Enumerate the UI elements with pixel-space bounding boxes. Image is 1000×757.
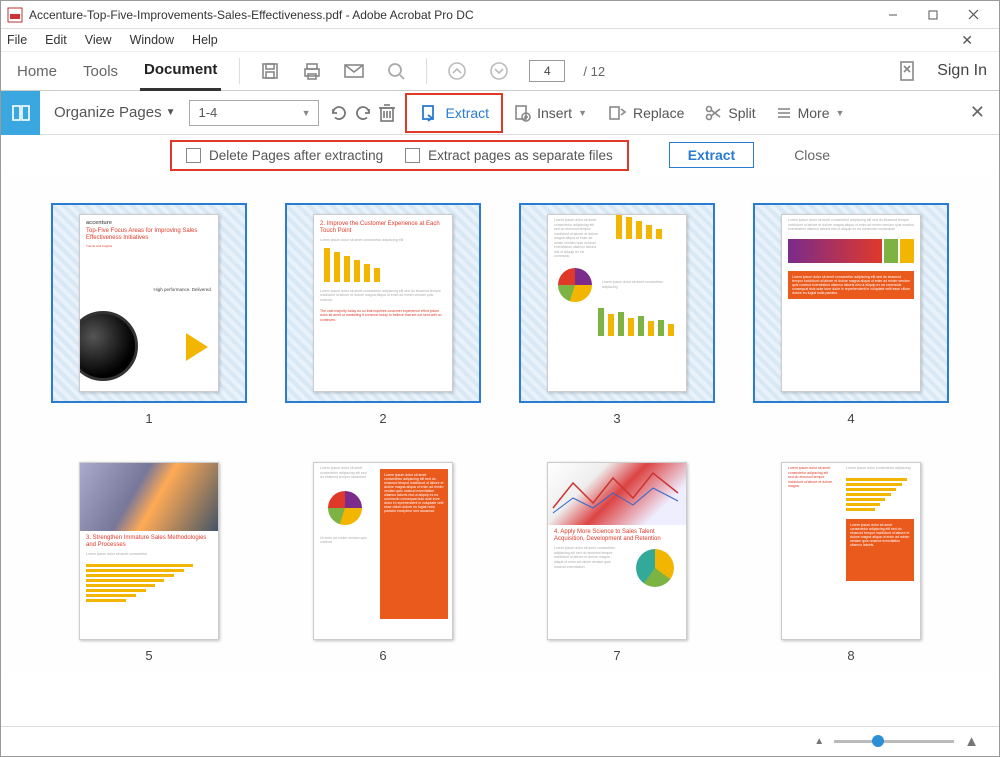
separate-files-checkbox[interactable]: Extract pages as separate files: [405, 148, 613, 163]
page-number: 5: [145, 648, 152, 663]
page-number: 2: [379, 411, 386, 426]
page-number: 3: [613, 411, 620, 426]
minimize-button[interactable]: [873, 1, 913, 29]
extract-tool[interactable]: Extract: [405, 93, 503, 133]
tab-tools[interactable]: Tools: [79, 51, 122, 91]
page-number: 1: [145, 411, 152, 426]
close-organize-icon[interactable]: ✕: [970, 102, 985, 123]
sign-in-button[interactable]: Sign In: [937, 62, 987, 80]
page-total: / 12: [583, 64, 605, 79]
delete-after-checkbox[interactable]: Delete Pages after extracting: [186, 148, 383, 163]
thumbnail-grid: accenture Top-Five Focus Areas for Impro…: [1, 175, 999, 673]
rotate-right-icon[interactable]: [351, 101, 375, 125]
checkbox-icon: [186, 148, 201, 163]
menu-window[interactable]: Window: [130, 33, 174, 47]
extract-button[interactable]: Extract: [669, 142, 754, 168]
current-page-input[interactable]: 4: [529, 60, 565, 82]
page-thumbnail[interactable]: Lorem ipsum dolor sit amet consectetur a…: [749, 462, 953, 663]
tab-document[interactable]: Document: [140, 51, 221, 91]
page-number: 6: [379, 648, 386, 663]
page-down-icon[interactable]: [487, 59, 511, 83]
organize-toolbar: Organize Pages▼ 1-4▼ Extract Insert▼ Rep…: [1, 91, 999, 135]
search-icon[interactable]: [384, 59, 408, 83]
page-thumbnail[interactable]: Lorem ipsum dolor sit amet consectetur a…: [281, 462, 485, 663]
page-number: 8: [847, 648, 854, 663]
split-tool[interactable]: Split: [694, 98, 765, 128]
page-thumbnail[interactable]: Lorem ipsum dolor sit amet consectetur a…: [515, 203, 719, 426]
extract-options-group: Delete Pages after extracting Extract pa…: [170, 140, 629, 171]
menubar-close-icon[interactable]: ✕: [961, 32, 973, 49]
rotate-left-icon[interactable]: [327, 101, 351, 125]
menu-file[interactable]: File: [7, 33, 27, 47]
delete-icon[interactable]: [375, 101, 399, 125]
main-toolbar: Home Tools Document 4 / 12 Sign In: [1, 51, 999, 91]
page-number: 4: [847, 411, 854, 426]
page-thumbnail[interactable]: 2. Improve the Customer Experience at Ea…: [281, 203, 485, 426]
organize-label[interactable]: Organize Pages▼: [40, 104, 189, 121]
replace-tool[interactable]: Replace: [597, 98, 694, 128]
menu-bar: File Edit View Window Help ✕: [1, 29, 999, 51]
zoom-out-icon[interactable]: ▲: [814, 736, 824, 747]
page-range-input[interactable]: 1-4▼: [189, 100, 319, 126]
menu-view[interactable]: View: [85, 33, 112, 47]
extract-options-bar: Delete Pages after extracting Extract pa…: [1, 135, 999, 175]
organize-sidebar-tab[interactable]: [1, 91, 40, 135]
page-up-icon[interactable]: [445, 59, 469, 83]
more-tool[interactable]: More▼: [766, 98, 855, 128]
page-number: 7: [613, 648, 620, 663]
window-title: Accenture-Top-Five-Improvements-Sales-Ef…: [29, 8, 873, 22]
print-icon[interactable]: [300, 59, 324, 83]
insert-tool[interactable]: Insert▼: [503, 98, 597, 128]
page-thumbnail[interactable]: Lorem ipsum dolor sit amet consectetur a…: [749, 203, 953, 426]
tab-home[interactable]: Home: [13, 51, 61, 91]
zoom-slider[interactable]: [834, 740, 954, 743]
menu-edit[interactable]: Edit: [45, 33, 67, 47]
app-icon: [7, 7, 23, 23]
page-thumbnail[interactable]: 3. Strengthen Immature Sales Methodologi…: [47, 462, 251, 663]
zoom-in-icon[interactable]: ▲: [964, 733, 979, 750]
separator: [426, 58, 427, 84]
close-button[interactable]: Close: [794, 147, 830, 163]
zoom-footer: ▲ ▲: [1, 726, 999, 756]
menu-help[interactable]: Help: [192, 33, 218, 47]
page-thumbnail[interactable]: 4. Apply More Science to Sales Talent Ac…: [515, 462, 719, 663]
maximize-button[interactable]: [913, 1, 953, 29]
mobile-icon[interactable]: [895, 59, 919, 83]
close-window-button[interactable]: [953, 1, 993, 29]
checkbox-icon: [405, 148, 420, 163]
separator: [239, 58, 240, 84]
save-icon[interactable]: [258, 59, 282, 83]
mail-icon[interactable]: [342, 59, 366, 83]
title-bar: Accenture-Top-Five-Improvements-Sales-Ef…: [1, 1, 999, 29]
page-thumbnail[interactable]: accenture Top-Five Focus Areas for Impro…: [47, 203, 251, 426]
